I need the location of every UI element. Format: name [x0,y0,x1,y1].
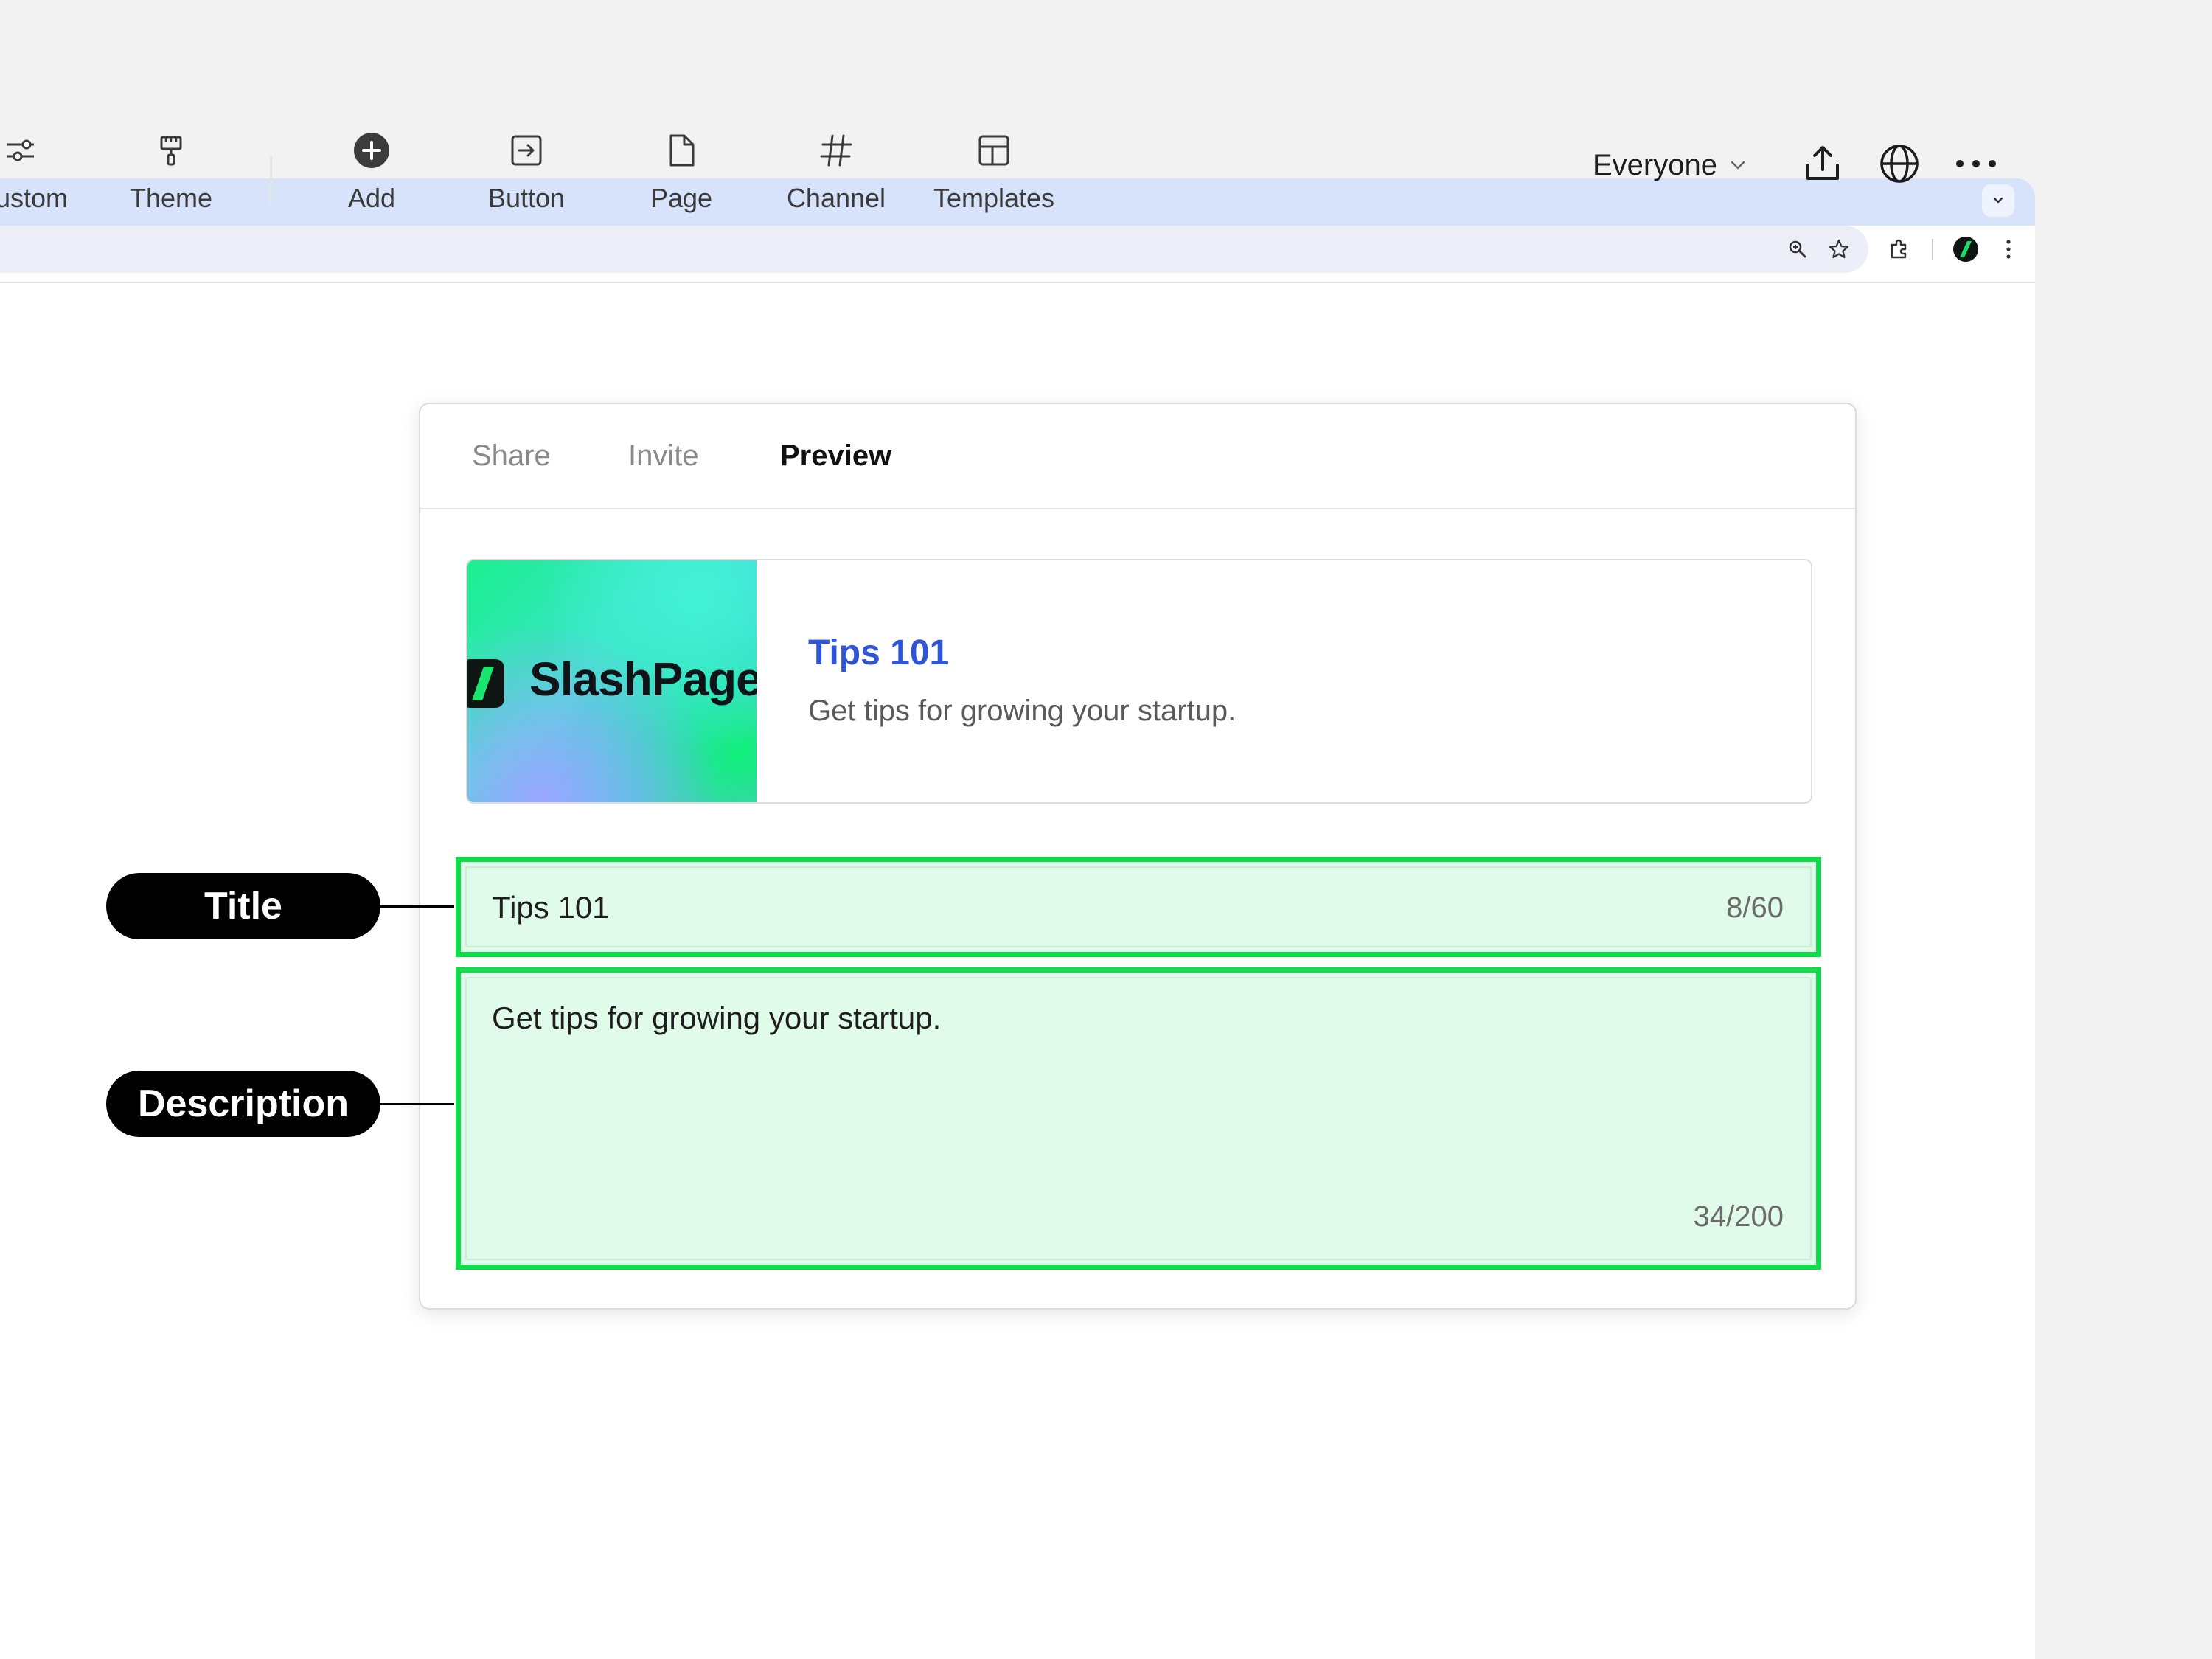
title-callout: Title [106,873,380,939]
button-arrow-icon [504,128,549,173]
toolbar-page[interactable]: Page [630,128,733,217]
description-field[interactable]: Get tips for growing your startup. 34/20… [456,967,1821,1270]
toolbar-templates[interactable]: Templates [928,128,1060,217]
description-callout-line [380,1103,454,1105]
paint-roller-icon [149,128,193,173]
slashpage-logo-icon [467,659,504,708]
toolbar-add[interactable]: Add [320,128,423,217]
extensions-icon [1891,239,1907,259]
audience-label: Everyone [1593,148,1717,181]
browser-divider [0,282,2035,283]
audience-dropdown[interactable]: Everyone [1593,143,1748,187]
toolbar-custom[interactable]: Custom [0,128,74,217]
description-callout: Description [106,1071,380,1137]
publish-button[interactable] [1876,140,1923,187]
preview-thumbnail: SlashPage [467,560,757,802]
profile-avatar-icon [1953,237,1978,262]
preview-description: Get tips for growing your startup. [808,695,1237,727]
hash-icon [814,128,858,173]
star-icon [1829,239,1849,259]
templates-icon [972,128,1016,173]
chevron-down-icon [1731,161,1745,170]
tab-share[interactable]: Share [472,439,551,473]
kebab-menu-icon [2006,240,2011,259]
browser-menu-button[interactable] [1994,234,2023,264]
title-field[interactable]: Tips 101 8/60 [456,857,1821,957]
chevron-down-icon [1993,197,2003,204]
toolbar-divider [270,156,272,208]
zoom-icon [1789,240,1806,258]
toolbar-custom-label: Custom [0,183,69,213]
zoom-button[interactable] [1783,234,1812,264]
bookmark-button[interactable] [1824,234,1854,264]
description-char-counter: 34/200 [1693,1200,1784,1233]
toolbar-add-label: Add [347,183,396,213]
browser-address-bar [0,226,2035,282]
profile-avatar-button[interactable] [1951,234,1980,264]
more-button[interactable] [1952,140,2000,187]
sliders-icon [0,128,44,173]
more-icon [1956,160,1996,167]
title-callout-line [380,905,454,908]
omnibox[interactable] [0,226,1868,273]
toolbar-page-label: Page [650,183,713,213]
toolbar-channel-label: Channel [786,183,886,213]
link-preview-card: SlashPage Tips 101 Get tips for growing … [466,559,1812,804]
toolbar-theme-label: Theme [129,183,213,213]
extensions-button[interactable] [1885,234,1914,264]
toolbar-separator [1932,239,1933,260]
toolbar-button-label: Button [487,183,566,213]
toolbar-templates-label: Templates [933,183,1055,213]
title-input-box [465,866,1812,947]
share-popover: Share Invite Preview SlashPage Tips 101 … [419,403,1857,1310]
title-char-counter: 8/60 [1726,891,1784,924]
tab-invite[interactable]: Invite [628,439,699,473]
description-input-value: Get tips for growing your startup. [492,1001,942,1035]
page-icon [659,128,703,173]
popover-tabs: Share Invite Preview [420,404,1855,509]
share-upload-icon [1806,146,1839,180]
share-button[interactable] [1799,140,1846,187]
plus-circle-icon [349,128,394,173]
brand-name: SlashPage [529,653,757,706]
title-input-value: Tips 101 [492,890,610,925]
tab-search-button[interactable] [1982,184,2014,217]
tab-preview[interactable]: Preview [780,439,891,473]
toolbar-channel[interactable]: Channel [785,128,888,217]
globe-icon [1880,145,1919,183]
preview-title: Tips 101 [808,633,950,672]
toolbar-theme[interactable]: Theme [119,128,223,217]
toolbar-button[interactable]: Button [475,128,578,217]
